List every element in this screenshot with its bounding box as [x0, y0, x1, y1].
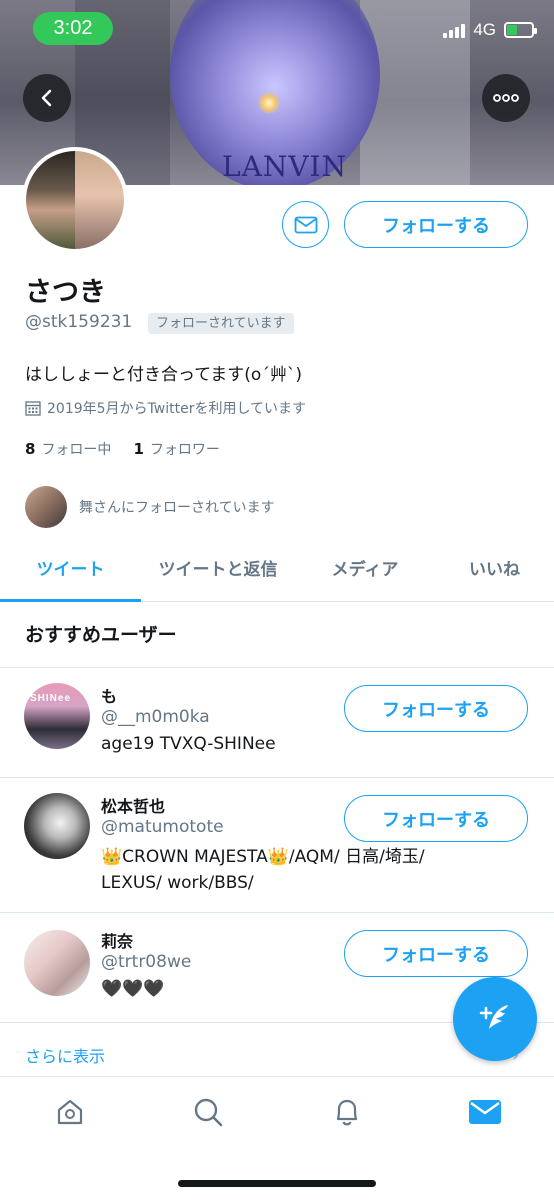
back-button[interactable] [23, 74, 71, 122]
user-name: 莉奈 [101, 932, 134, 951]
joined-date: 2019年5月からTwitterを利用しています [25, 398, 306, 418]
status-time: 3:02 [33, 12, 113, 45]
follows-you-badge: フォローされています [148, 313, 294, 334]
following-count[interactable]: 8 [25, 440, 35, 458]
user-bio-line: LEXUS/ work/BBS/ [101, 873, 254, 893]
profile-tabs: ツイート ツイートと返信 メディア いいね [0, 540, 554, 602]
profile-bio: はししょーと付き合ってます(o´艸`) [25, 365, 302, 385]
chevron-left-icon [41, 89, 52, 107]
recommended-user[interactable]: SHINee も @__m0m0ka age19 TVXQ-SHINee フォロ… [0, 668, 554, 778]
avatar-text: SHINee [30, 693, 72, 704]
follow-button[interactable]: フォローする [344, 795, 528, 842]
follow-button[interactable]: フォローする [344, 685, 528, 732]
bell-icon[interactable] [329, 1094, 365, 1130]
user-handle: @stk159231 [25, 312, 133, 332]
home-indicator [178, 1180, 376, 1187]
compose-tweet-button[interactable] [453, 977, 537, 1061]
user-bio: 👑CROWN MAJESTA👑/AQM/ 日高/埼玉/ LEXUS/ work/… [101, 844, 481, 896]
user-avatar [24, 793, 90, 859]
following-label[interactable]: フォロー中 [41, 439, 111, 459]
search-icon[interactable] [190, 1094, 226, 1130]
display-name: さつき [25, 277, 106, 308]
tab-tweets-replies[interactable]: ツイートと返信 [141, 540, 295, 601]
joined-text: 2019年5月からTwitterを利用しています [47, 401, 307, 417]
banner-brand-text: LANVIN [222, 150, 348, 183]
user-name: 松本哲也 [101, 797, 166, 816]
follower-avatar [25, 486, 67, 528]
user-bio: age19 TVXQ-SHINee [101, 734, 276, 754]
follow-counts: 8 フォロー中 1 フォロワー [25, 439, 220, 459]
follow-button[interactable]: フォローする [344, 201, 528, 248]
followers-count[interactable]: 1 [133, 440, 143, 458]
user-handle: @trtr08we [101, 952, 192, 972]
home-icon[interactable] [52, 1094, 88, 1130]
tab-likes[interactable]: いいね [435, 540, 554, 601]
tab-media[interactable]: メディア [295, 540, 435, 601]
battery-icon [504, 22, 537, 38]
ellipsis-icon [493, 94, 519, 102]
followed-by-text: 舞さんにフォローされています [79, 500, 275, 516]
user-bio-line: 👑CROWN MAJESTA👑/AQM/ 日高/埼玉/ [101, 847, 425, 867]
user-handle: @__m0m0ka [101, 707, 210, 727]
tab-tweets[interactable]: ツイート [0, 540, 141, 602]
follow-button[interactable]: フォローする [344, 930, 528, 977]
banner-light [258, 92, 280, 114]
envelope-icon [294, 216, 317, 233]
status-indicators: 4G [443, 20, 537, 40]
profile-avatar[interactable] [22, 147, 128, 253]
signal-icon [443, 22, 466, 38]
user-handle: @matumototе [101, 817, 224, 837]
user-bio: 🖤🖤🖤 [101, 979, 165, 999]
show-more-link[interactable]: さらに表示 [25, 1043, 105, 1067]
feather-plus-icon [479, 1005, 508, 1029]
recommended-user[interactable]: 松本哲也 @matumototе 👑CROWN MAJESTA👑/AQM/ 日高… [0, 778, 554, 913]
followers-label[interactable]: フォロワー [150, 439, 220, 459]
user-name: も [101, 687, 118, 706]
message-button[interactable] [282, 201, 329, 248]
calendar-icon [25, 401, 41, 416]
user-avatar: SHINee [24, 683, 90, 749]
more-options-button[interactable] [482, 74, 530, 122]
network-label: 4G [473, 20, 496, 39]
recommended-title: おすすめユーザー [25, 624, 177, 646]
followed-by[interactable]: 舞さんにフォローされています [25, 486, 275, 528]
user-avatar [24, 930, 90, 996]
mail-icon[interactable] [467, 1094, 503, 1130]
